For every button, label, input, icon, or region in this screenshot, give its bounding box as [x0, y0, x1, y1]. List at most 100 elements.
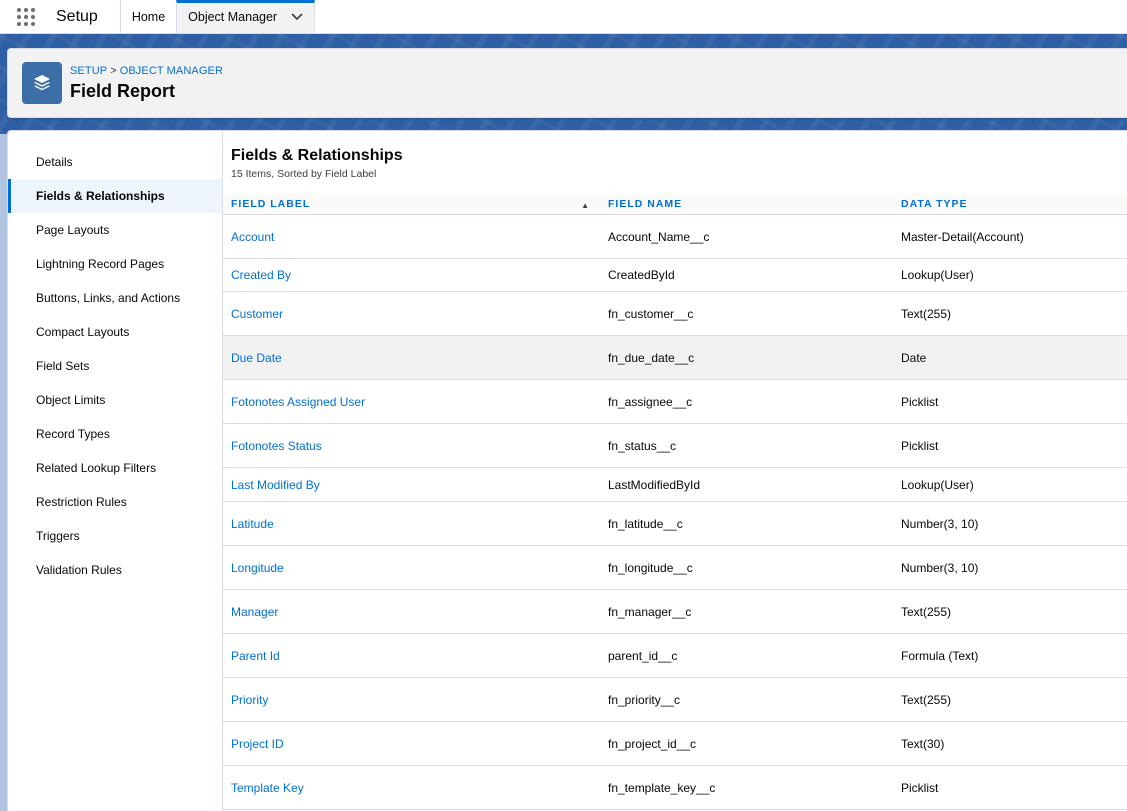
data-type-cell: Text(255): [901, 306, 952, 321]
field-name-cell: LastModifiedById: [608, 477, 701, 492]
main-panel: Details Fields & Relationships Page Layo…: [7, 130, 1127, 811]
sidebar-item-label: Lightning Record Pages: [36, 257, 165, 271]
table-row: Manager fn_manager__c Text(255): [223, 590, 1127, 634]
sidebar-item-fields-relationships[interactable]: Fields & Relationships: [8, 179, 222, 213]
column-header-field-label[interactable]: FIELD LABEL ▲: [223, 194, 600, 214]
tab-object-manager[interactable]: Object Manager: [176, 0, 316, 33]
sidebar-item-label: Validation Rules: [36, 563, 122, 577]
sidebar-item-object-limits[interactable]: Object Limits: [8, 383, 222, 417]
sidebar-item-label: Compact Layouts: [36, 325, 130, 339]
app-launcher-button[interactable]: [0, 0, 52, 33]
column-header-data-type[interactable]: DATA TYPE: [893, 194, 1127, 214]
sort-ascending-icon: ▲: [581, 201, 590, 210]
column-header-label: DATA TYPE: [901, 198, 968, 210]
data-type-cell: Text(30): [901, 736, 945, 751]
field-label-link[interactable]: Due Date: [223, 351, 600, 365]
sidebar-item-label: Triggers: [36, 529, 80, 543]
field-name-cell: fn_project_id__c: [608, 736, 697, 751]
sidebar-item-lightning-record-pages[interactable]: Lightning Record Pages: [8, 247, 222, 281]
breadcrumb-object-manager[interactable]: OBJECT MANAGER: [120, 65, 223, 77]
field-label-link[interactable]: Manager: [223, 605, 600, 619]
sidebar-item-triggers[interactable]: Triggers: [8, 519, 222, 553]
sidebar-item-compact-layouts[interactable]: Compact Layouts: [8, 315, 222, 349]
app-name: Setup: [56, 7, 98, 25]
sidebar-item-label: Related Lookup Filters: [36, 461, 157, 475]
field-label-link[interactable]: Last Modified By: [223, 478, 600, 492]
sidebar-item-label: Restriction Rules: [36, 495, 127, 509]
column-header-field-name[interactable]: FIELD NAME: [600, 194, 893, 214]
field-label-link[interactable]: Parent Id: [223, 649, 600, 663]
sidebar-item-field-sets[interactable]: Field Sets: [8, 349, 222, 383]
field-name-cell: fn_latitude__c: [608, 516, 683, 531]
field-name-cell: fn_manager__c: [608, 604, 692, 619]
fields-table: FIELD LABEL ▲ FIELD NAME DATA TYPE Accou…: [223, 194, 1127, 810]
field-name-cell: fn_longitude__c: [608, 560, 693, 575]
field-label-link[interactable]: Fotonotes Assigned User: [223, 395, 600, 409]
field-name-cell: fn_due_date__c: [608, 350, 695, 365]
field-label-link[interactable]: Customer: [223, 307, 600, 321]
sidebar-item-restriction-rules[interactable]: Restriction Rules: [8, 485, 222, 519]
page-header: SETUP > OBJECT MANAGER Field Report: [7, 48, 1127, 118]
sidebar: Details Fields & Relationships Page Layo…: [8, 131, 223, 811]
field-label-link[interactable]: Longitude: [223, 561, 600, 575]
field-label-link[interactable]: Created By: [223, 268, 600, 282]
table-header: FIELD LABEL ▲ FIELD NAME DATA TYPE: [223, 194, 1127, 215]
breadcrumb-separator: >: [110, 65, 117, 77]
field-label-link[interactable]: Fotonotes Status: [223, 439, 600, 453]
field-label-link[interactable]: Priority: [223, 693, 600, 707]
field-label-link[interactable]: Project ID: [223, 737, 600, 751]
chevron-down-icon[interactable]: [291, 12, 303, 21]
page-title: Field Report: [70, 81, 176, 101]
data-type-cell: Master-Detail(Account): [901, 229, 1024, 244]
section-title: Fields & Relationships: [231, 147, 403, 164]
table-row: Last Modified By LastModifiedById Lookup…: [223, 468, 1127, 502]
field-name-cell: fn_customer__c: [608, 306, 694, 321]
data-type-cell: Date: [901, 350, 927, 365]
sidebar-item-related-lookup-filters[interactable]: Related Lookup Filters: [8, 451, 222, 485]
data-type-cell: Lookup(User): [901, 477, 974, 492]
tab-object-manager-label: Object Manager: [188, 9, 278, 24]
field-name-cell: fn_assignee__c: [608, 394, 693, 409]
data-type-cell: Picklist: [901, 394, 939, 409]
data-type-cell: Text(255): [901, 604, 952, 619]
sidebar-item-label: Object Limits: [36, 393, 106, 407]
table-row: Fotonotes Assigned User fn_assignee__c P…: [223, 380, 1127, 424]
column-header-label: FIELD LABEL: [231, 198, 311, 210]
sidebar-item-label: Field Sets: [36, 359, 90, 373]
fields-content: Fields & Relationships 15 Items, Sorted …: [223, 131, 1127, 811]
field-name-cell: fn_template_key__c: [608, 780, 716, 795]
sidebar-item-page-layouts[interactable]: Page Layouts: [8, 213, 222, 247]
breadcrumb-setup[interactable]: SETUP: [70, 65, 107, 77]
sidebar-item-label: Fields & Relationships: [36, 189, 165, 203]
data-type-cell: Picklist: [901, 780, 939, 795]
data-type-cell: Number(3, 10): [901, 560, 979, 575]
sidebar-item-label: Record Types: [36, 427, 110, 441]
data-type-cell: Number(3, 10): [901, 516, 979, 531]
sidebar-item-validation-rules[interactable]: Validation Rules: [8, 553, 222, 587]
table-row: Priority fn_priority__c Text(255): [223, 678, 1127, 722]
tab-home-label: Home: [131, 9, 166, 24]
data-type-cell: Text(255): [901, 692, 952, 707]
sidebar-item-label: Details: [36, 155, 73, 169]
section-subtitle: 15 Items, Sorted by Field Label: [231, 168, 377, 180]
field-name-cell: fn_status__c: [608, 438, 677, 453]
field-name-cell: fn_priority__c: [608, 692, 681, 707]
field-label-link[interactable]: Latitude: [223, 517, 600, 531]
sidebar-item-details[interactable]: Details: [8, 145, 222, 179]
field-label-link[interactable]: Template Key: [223, 781, 600, 795]
field-label-link[interactable]: Account: [223, 230, 600, 244]
table-row: Created By CreatedById Lookup(User): [223, 259, 1127, 292]
sidebar-item-buttons-links-actions[interactable]: Buttons, Links, and Actions: [8, 281, 222, 315]
data-type-cell: Formula (Text): [901, 648, 979, 663]
table-row: Account Account_Name__c Master-Detail(Ac…: [223, 215, 1127, 259]
sidebar-item-label: Buttons, Links, and Actions: [36, 291, 181, 305]
sidebar-item-record-types[interactable]: Record Types: [8, 417, 222, 451]
table-row: Project ID fn_project_id__c Text(30): [223, 722, 1127, 766]
table-row: Fotonotes Status fn_status__c Picklist: [223, 424, 1127, 468]
data-type-cell: Lookup(User): [901, 268, 974, 282]
tab-home[interactable]: Home: [119, 0, 176, 33]
field-name-cell: CreatedById: [608, 268, 675, 282]
table-row: Parent Id parent_id__c Formula (Text): [223, 634, 1127, 678]
global-nav-bar: Setup Home Object Manager: [0, 0, 1127, 34]
table-row: Template Key fn_template_key__c Picklist: [223, 766, 1127, 810]
